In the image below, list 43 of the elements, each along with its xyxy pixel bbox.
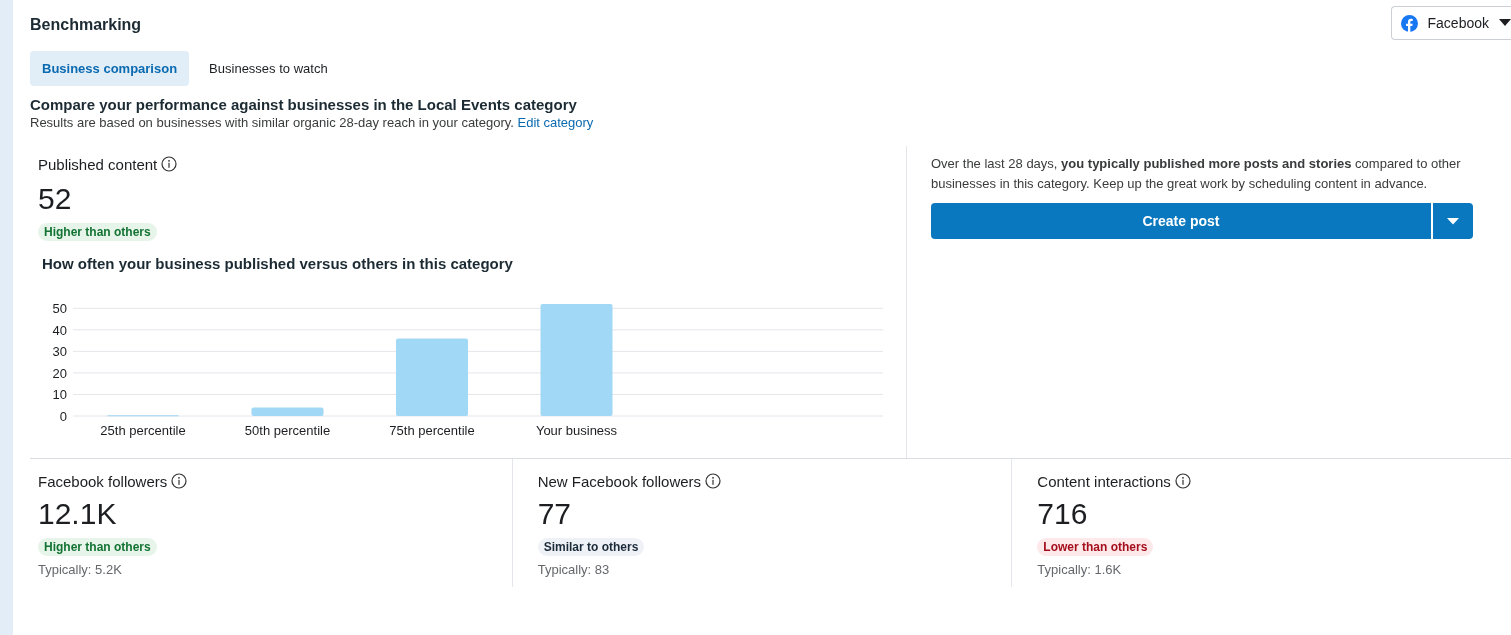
insight-text: Over the last 28 days, you typically published more posts and stories compared to other businesses in this category. Keep up the great work by scheduling content in advance. <box>931 155 1462 193</box>
edit-category-link[interactable]: Edit category <box>517 115 594 130</box>
axis-tick-label: 20 <box>52 365 67 381</box>
info-icon[interactable] <box>161 156 178 172</box>
caret-icon <box>1499 19 1511 27</box>
stat-label: New Facebook followers <box>537 473 702 490</box>
typical-value: Typically: 5.2K <box>38 562 123 577</box>
section-title: Benchmarking <box>30 16 142 34</box>
status-badge: Lower than others <box>1037 538 1154 556</box>
stat-label: Content interactions <box>1037 473 1171 490</box>
chart-title: How often your business published versus others in this category <box>42 255 514 272</box>
status-badge: Higher than others <box>38 538 157 556</box>
more-options-button[interactable] <box>1433 203 1473 239</box>
metric-value: 52 <box>38 182 73 216</box>
create-post-button[interactable]: Create post <box>931 203 1431 239</box>
stat-value: 77 <box>537 497 573 531</box>
axis-tick-label: 40 <box>52 322 67 338</box>
stat-value: 12.1K <box>38 497 118 531</box>
axis-tick-label: 10 <box>52 387 67 403</box>
typical-value: Typically: 1.6K <box>1037 562 1123 577</box>
caret-icon <box>1447 217 1459 225</box>
status-badge: Higher than others <box>38 223 157 241</box>
category-label: 25th percentile <box>100 423 186 438</box>
section-heading: Compare your performance against businesses in the Local Events category <box>30 96 578 113</box>
category-label: 50th percentile <box>244 423 331 438</box>
info-icon[interactable] <box>705 473 722 489</box>
category-label: Your business <box>535 423 618 438</box>
axis-tick-label: 30 <box>52 344 67 360</box>
axis-tick-label: 0 <box>59 409 67 424</box>
typical-value: Typically: 83 <box>537 562 611 577</box>
platform-dropdown[interactable]: Facebook <box>1390 6 1511 40</box>
status-badge: Similar to others <box>537 538 645 556</box>
info-icon[interactable] <box>171 473 188 489</box>
tab[interactable]: Business comparison <box>30 51 190 86</box>
metric-label: Published content <box>38 156 158 173</box>
info-icon[interactable] <box>1174 473 1191 489</box>
axis-tick-label: 50 <box>52 301 67 317</box>
stat-value: 716 <box>1037 497 1089 531</box>
facebook-logo-icon <box>1400 14 1418 32</box>
category-label: 75th percentile <box>389 423 475 438</box>
stat-label: Facebook followers <box>38 473 168 490</box>
description-text: Results are based on businesses with similar organic 28-day reach in your category. Edit category <box>30 115 595 130</box>
tab[interactable]: Businesses to watch <box>197 51 340 86</box>
